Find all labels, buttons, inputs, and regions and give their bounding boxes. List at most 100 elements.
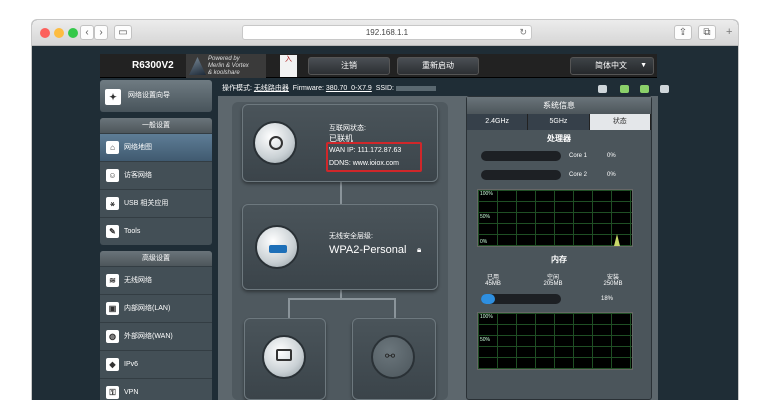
sidebar-item-label: 内部网络(LAN) [124, 305, 171, 312]
wireless-card[interactable]: 无线安全层级: WPA2-Personal 🔒︎ [242, 204, 438, 290]
share-icon[interactable]: ⇪ [674, 25, 692, 40]
logo-text-1: Powered by [208, 56, 240, 62]
memory-graph-wrap: 100% 50% [467, 312, 651, 372]
reload-icon[interactable]: ↻ [519, 26, 527, 39]
connector-line [288, 298, 394, 300]
wrench-icon: ✎ [106, 225, 119, 238]
memory-bar [481, 294, 561, 304]
browser-window: ‹ › ▭ 192.168.1.1 ↻ ⇪ ⧉ + R6300V2 Powere… [32, 20, 738, 400]
merlin-logo: Powered by Merlin & Vortex & koolshare [186, 54, 266, 78]
browser-toolbar: ‹ › ▭ 192.168.1.1 ↻ ⇪ ⧉ + [32, 20, 738, 46]
reboot-button[interactable]: 重新启动 [397, 57, 479, 75]
wireless-security-value: WPA2-Personal [329, 244, 407, 256]
firmware-link[interactable]: 380.70_0-X7.9 [326, 85, 372, 92]
zoom-button[interactable] [68, 28, 78, 38]
usb-card[interactable]: ⚯ [352, 318, 436, 400]
sidebar-item-network-map[interactable]: ⌂ 网络地图 [100, 133, 212, 161]
minimize-button[interactable] [54, 28, 64, 38]
sidebar-item-label: 无线网络 [124, 277, 152, 284]
wizard-icon: ✦ [105, 89, 121, 105]
graph-bottom-label: 0% [480, 239, 488, 245]
sidebar-item-label: VPN [124, 389, 139, 396]
copy-status-icon[interactable] [640, 85, 649, 93]
sidebar: ✦ 网络设置向导 一般设置 ⌂ 网络地图 ☺ 访客网络 ⚹ USB 相关应用 ✎ Too… [100, 80, 212, 400]
mode-link[interactable]: 无线路由器 [254, 85, 289, 92]
wizard-label: 网络设置向导 [128, 92, 170, 99]
sidebar-item-label: IPv6 [124, 361, 139, 368]
usb-symbol-icon: ⚯ [385, 349, 396, 363]
lan-status-icon[interactable] [620, 85, 629, 93]
mode-label: 操作模式: [222, 85, 252, 92]
advanced-title: 高级设置 [100, 251, 212, 266]
address-bar[interactable]: 192.168.1.1 ↻ [242, 25, 532, 40]
memory-installed-label: 安装 [606, 275, 619, 281]
wizard-hat-icon [189, 57, 206, 75]
graph-mid-label: 50% [480, 337, 491, 343]
core2-pct: 0% [607, 172, 616, 178]
monitor-icon-shape [276, 349, 292, 361]
sidebar-item-usb[interactable]: ⚹ USB 相关应用 [100, 189, 212, 217]
sidebar-item-wan[interactable]: ◍ 外部网络(WAN) [100, 322, 212, 350]
setup-wizard-button[interactable]: ✦ 网络设置向导 [100, 80, 212, 112]
sidebar-item-guest-network[interactable]: ☺ 访客网络 [100, 161, 212, 189]
general-title: 一般设置 [100, 118, 212, 133]
memory-used: 已用 45MB [473, 272, 513, 287]
sidebar-item-ipv6[interactable]: ◆ IPv6 [100, 350, 212, 378]
koolshare-stamp: 入 [280, 55, 297, 77]
sidebar-item-label: 访客网络 [124, 172, 152, 179]
network-map-icon: ⌂ [106, 141, 119, 154]
graph-top-label: 100% [480, 191, 493, 197]
close-button[interactable] [40, 28, 50, 38]
back-icon[interactable]: ‹ [80, 25, 94, 40]
cpu-graph-wrap: 100% 50% 0% [467, 187, 651, 251]
tab-status[interactable]: 状态 [589, 114, 651, 130]
connector-line [340, 182, 342, 204]
router-page: R6300V2 Powered by Merlin & Vortex & koo… [32, 46, 738, 400]
tabs-icon[interactable]: ⧉ [698, 25, 716, 40]
tab-5ghz[interactable]: 5GHz [528, 114, 590, 130]
memory-used-value: 45MB [485, 281, 501, 287]
memory-pct: 18% [601, 296, 614, 302]
system-info-title: 系统信息 [467, 97, 651, 114]
core1-label: Core 1 [569, 153, 588, 159]
sidebar-toggle-icon[interactable]: ▭ [114, 25, 132, 40]
memory-graph: 100% 50% [477, 312, 633, 370]
language-select[interactable]: 简体中文 ▼ [570, 57, 654, 75]
logout-button[interactable]: 注销 [308, 57, 390, 75]
cpu-cores: Core 1 0% Core 2 0% [467, 147, 651, 187]
core2-label: Core 2 [569, 172, 588, 178]
forward-icon[interactable]: › [94, 25, 108, 40]
ipv6-icon: ◆ [106, 358, 119, 371]
vpn-icon: ⚿ [106, 386, 119, 399]
sidebar-item-label: Tools [124, 228, 141, 235]
usb-icon: ⚹ [106, 197, 119, 210]
sidebar-item-lan[interactable]: ▣ 内部网络(LAN) [100, 294, 212, 322]
sidebar-item-vpn[interactable]: ⚿ VPN [100, 378, 212, 400]
internet-card[interactable]: 互联网状态: 已联机 WAN IP: 111.172.87.63 DDNS: w… [242, 104, 438, 182]
graph-top-label: 100% [480, 314, 493, 320]
url-text: 192.168.1.1 [365, 28, 409, 37]
wireless-security-label: 无线安全层级: [329, 233, 373, 240]
language-value: 简体中文 [595, 61, 627, 70]
ssid-redacted [395, 85, 436, 91]
memory-title: 内存 [551, 255, 567, 264]
network-map: 互联网状态: 已联机 WAN IP: 111.172.87.63 DDNS: w… [232, 102, 448, 400]
core2-bar [481, 170, 561, 180]
clients-card[interactable] [244, 318, 326, 400]
new-tab-icon[interactable]: + [726, 26, 732, 38]
core1-pct: 0% [607, 153, 616, 159]
wifi-status-icon[interactable] [598, 85, 607, 93]
memory-free-value: 205MB [543, 281, 563, 287]
lock-icon: 🔒︎ [417, 245, 422, 254]
router-icon-shape [269, 245, 287, 253]
sidebar-item-tools[interactable]: ✎ Tools [100, 217, 212, 245]
usb-status-icon[interactable] [660, 85, 669, 93]
tab-24ghz[interactable]: 2.4GHz [467, 114, 529, 130]
sidebar-item-label: 外部网络(WAN) [124, 333, 173, 340]
globe-icon: ◍ [106, 330, 119, 343]
memory-free-label: 空闲 [546, 275, 559, 281]
sidebar-item-label: USB 相关应用 [124, 200, 169, 207]
guest-icon: ☺ [106, 169, 119, 182]
sidebar-item-wireless[interactable]: ≋ 无线网络 [100, 266, 212, 294]
system-tabs: 2.4GHz 5GHz 状态 [467, 114, 651, 130]
